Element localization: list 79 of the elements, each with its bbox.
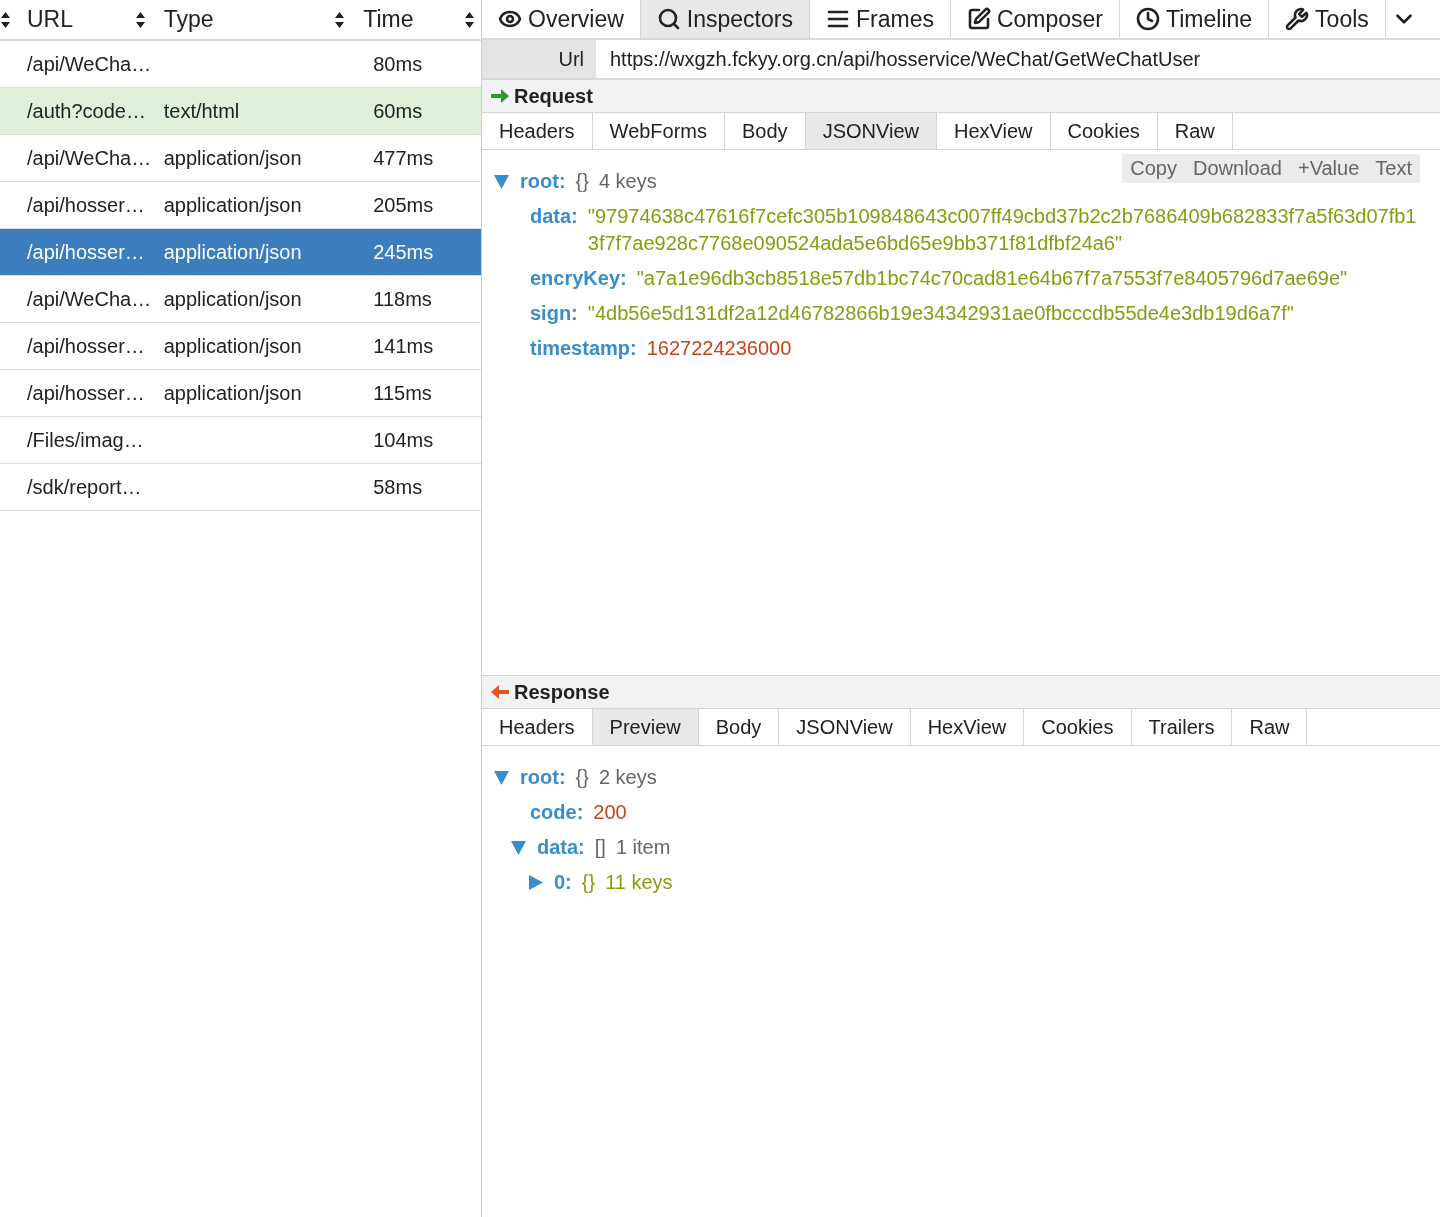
time-text: 245ms <box>373 240 434 263</box>
type-text: application/json <box>163 287 302 310</box>
type-text: application/json <box>163 146 302 169</box>
inspector-tab[interactable]: Preview <box>592 709 699 745</box>
wrench-icon <box>1285 7 1310 31</box>
json-brace: {} <box>575 170 589 193</box>
arrow-right-icon <box>490 88 510 104</box>
json-brace: {} <box>581 871 596 894</box>
arrow-left-icon <box>490 684 510 700</box>
expand-arrow-icon[interactable] <box>527 874 544 891</box>
url-text: /api/WeCha… <box>27 146 152 169</box>
time-text: 205ms <box>373 193 434 216</box>
inspector-tab[interactable]: JSONView <box>805 113 937 149</box>
tool-tab[interactable]: Inspectors <box>640 0 810 38</box>
url-text: /api/WeCha… <box>27 287 152 310</box>
json-summary: 11 keys <box>605 871 673 894</box>
json-brace: [] <box>594 836 606 859</box>
time-text: 477ms <box>373 146 434 169</box>
time-text: 104ms <box>373 428 434 451</box>
url-text: /sdk/report… <box>27 475 142 498</box>
json-key: encryKey: <box>530 265 627 292</box>
time-text: 141ms <box>373 334 434 357</box>
expand-arrow-icon[interactable] <box>510 839 527 856</box>
time-text: 80ms <box>373 52 423 75</box>
type-text: application/json <box>163 240 302 263</box>
section-title: Response <box>514 680 610 704</box>
time-text: 115ms <box>373 381 432 404</box>
request-row[interactable]: /api/hosser… application/json 245ms <box>0 229 481 276</box>
json-string: "97974638c47616f7cefc305b109848643c007ff49cbd37b2c2b7686409b682833f7a5f63d07fb13f7f7ae928c7768e090524ada5e6bd65e9bb371f81dfbf24a6" <box>587 204 1418 256</box>
expand-arrow-icon[interactable] <box>493 769 510 786</box>
json-action-button[interactable]: +Value <box>1289 154 1368 183</box>
url-label: Url <box>482 40 596 78</box>
time-text: 58ms <box>373 475 423 498</box>
url-text: /api/hosser… <box>27 193 145 216</box>
column-header[interactable]: URL <box>26 6 73 33</box>
json-action-button[interactable]: Text <box>1367 154 1420 183</box>
url-text: /auth?code… <box>27 99 146 122</box>
sort-icon[interactable] <box>464 10 475 29</box>
json-action-button[interactable]: Copy <box>1122 154 1185 183</box>
sort-icon[interactable] <box>334 10 346 29</box>
type-text: application/json <box>163 193 302 216</box>
search-icon <box>656 7 681 31</box>
json-key: timestamp: <box>530 335 637 362</box>
clock-icon <box>1136 7 1161 31</box>
json-summary: 1 item <box>615 836 671 859</box>
json-key: data: <box>537 836 585 859</box>
request-row[interactable]: /auth?code… text/html 60ms <box>0 88 481 135</box>
column-header[interactable]: Type <box>163 6 214 33</box>
url-text: /Files/imag… <box>27 428 144 451</box>
json-string: "4db56e5d131df2a12d46782866b19e34342931ae0fbcccdb55de4e3db19d6a7f" <box>587 301 1295 326</box>
json-key: code: <box>530 799 584 826</box>
url-text: /api/hosser… <box>27 381 145 404</box>
time-text: 118ms <box>373 287 432 310</box>
type-text: application/json <box>163 334 302 357</box>
json-number: 200 <box>593 800 628 825</box>
json-summary: 4 keys <box>598 170 657 193</box>
time-text: 60ms <box>373 99 423 122</box>
json-key: sign: <box>530 300 578 327</box>
json-key: data: <box>530 203 578 230</box>
json-action-button[interactable]: Download <box>1185 154 1290 183</box>
json-key: root: <box>520 766 566 789</box>
json-summary: 2 keys <box>598 766 657 789</box>
url-text: /api/hosser… <box>27 334 145 357</box>
column-header[interactable]: Time <box>363 6 414 33</box>
json-string: "a7a1e96db3cb8518e57db1bc74c70cad81e64b67f7a7553f7e8405796d7ae69e" <box>636 266 1349 291</box>
json-number: 1627224236000 <box>646 336 793 361</box>
type-text: application/json <box>163 381 302 404</box>
section-title: Request <box>514 84 593 108</box>
sort-icon[interactable] <box>134 10 146 29</box>
json-key: 0: <box>554 871 572 894</box>
type-text: text/html <box>163 99 240 122</box>
url-text: /api/hosser… <box>27 240 145 263</box>
json-key: root: <box>520 170 566 193</box>
expand-arrow-icon[interactable] <box>493 173 510 190</box>
sort-icon[interactable] <box>0 10 11 29</box>
url-field[interactable]: https://wxgzh.fckyy.org.cn/api/hosservice/WeChat/GetWeChatUser <box>596 40 1440 78</box>
json-brace: {} <box>575 766 589 789</box>
url-text: /api/WeCha… <box>27 52 152 75</box>
edit-icon <box>966 7 991 31</box>
